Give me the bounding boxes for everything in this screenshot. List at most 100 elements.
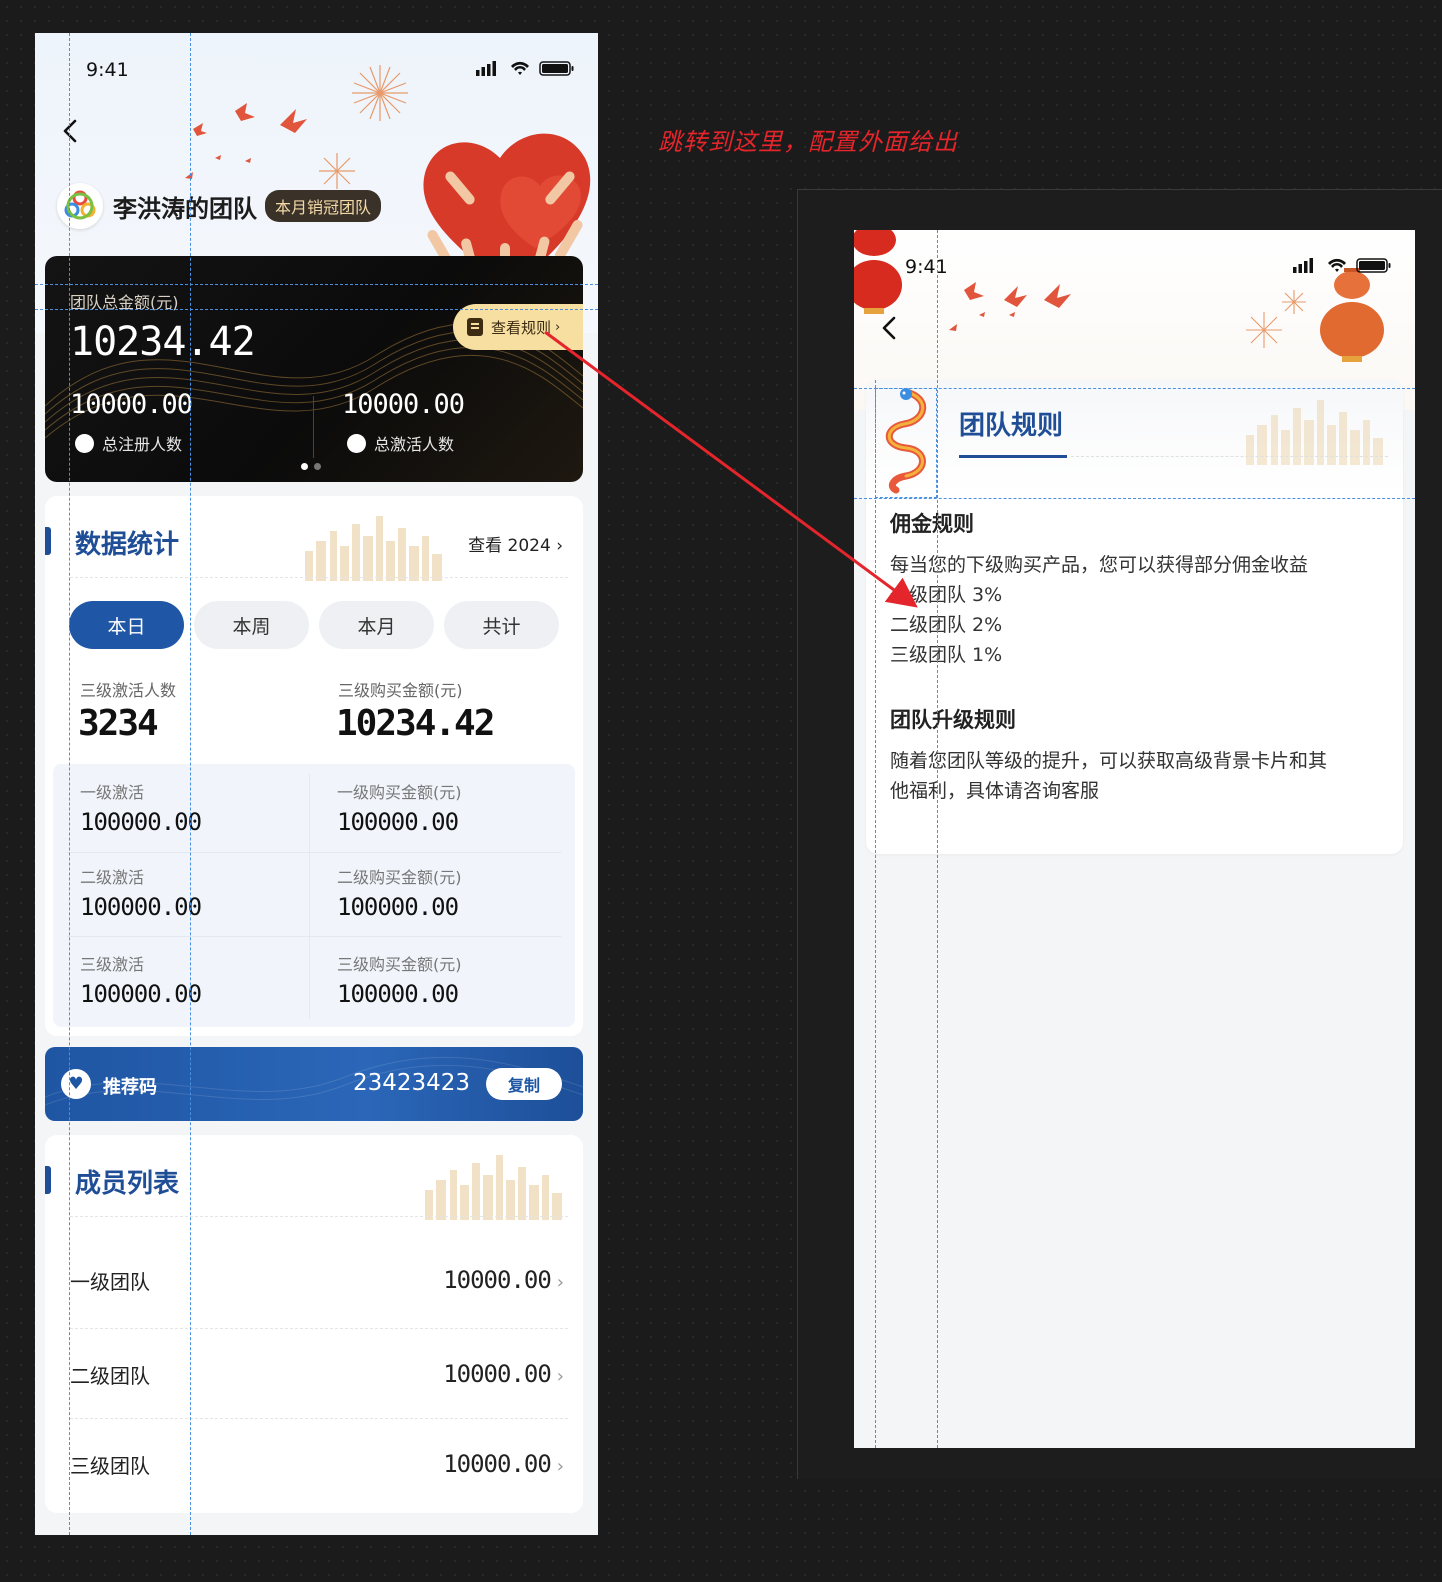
view-year-label: 查看 2024 <box>468 536 551 556</box>
skyline-decoration <box>425 1155 562 1220</box>
team-total-card: 团队总金额(元) 10234.42 查看规则 › 10000.00 总注册人数 … <box>45 256 583 482</box>
document-icon <box>467 318 483 336</box>
commission-heading: 佣金规则 <box>890 512 974 536</box>
level3-purchase-label: 三级购买金额(元) <box>337 955 462 974</box>
member-row-level3[interactable]: 三级团队 10000.00 › <box>70 1419 564 1509</box>
upgrade-body: 随着您团队等级的提升，可以获取高级背景卡片和其 他福利，具体请咨询客服 <box>890 746 1327 806</box>
tab-total[interactable]: 共计 <box>444 601 559 649</box>
heart-icon: ♥ <box>61 1069 91 1099</box>
member-list-card: 成员列表 一级团队 10000.00 › 二级团队 10000.00 › 三级团队 … <box>45 1135 583 1513</box>
referral-code-bar: ♥ 推荐码 23423423 复制 <box>45 1047 583 1121</box>
level3-activation-value: 100000.00 <box>80 980 202 1008</box>
view-year-link[interactable]: 查看 2024 › <box>468 531 563 556</box>
member-row-level1[interactable]: 一级团队 10000.00 › <box>70 1235 564 1325</box>
layout-guide <box>937 230 938 1448</box>
level2-activation-label: 二级激活 <box>80 868 145 887</box>
team-badge: 本月销冠团队 <box>265 190 382 222</box>
back-icon[interactable] <box>876 314 904 342</box>
layout-guide <box>854 498 1415 499</box>
layout-guide <box>69 33 70 1535</box>
team-logo-icon <box>57 183 103 229</box>
rule-line: 三级团队 1% <box>890 644 1003 666</box>
grid-divider <box>67 852 561 853</box>
carousel-dot[interactable] <box>301 463 308 470</box>
divider <box>70 1216 568 1217</box>
kpi-purchase-value: 10234.42 <box>336 703 495 744</box>
tab-today[interactable]: 本日 <box>69 601 184 649</box>
member-row-name: 一级团队 <box>70 1269 150 1294</box>
activated-label: 总激活人数 <box>374 435 455 454</box>
level2-purchase-label: 二级购买金额(元) <box>337 868 462 887</box>
level1-activation-value: 100000.00 <box>80 808 202 836</box>
status-time: 9:41 <box>905 256 948 278</box>
divider <box>1071 456 1388 457</box>
card-divider <box>313 396 314 458</box>
layout-guide <box>854 388 1415 389</box>
layout-guide <box>190 33 191 1535</box>
member-row-name: 二级团队 <box>70 1363 150 1388</box>
activated-value: 10000.00 <box>342 389 465 420</box>
chevron-right-icon: › <box>556 1456 564 1477</box>
kpi-purchase-label: 三级购买金额(元) <box>338 681 463 700</box>
rule-line: 二级团队 2% <box>890 614 1003 636</box>
title-underline <box>959 455 1067 458</box>
member-row-level2[interactable]: 二级团队 10000.00 › <box>70 1329 564 1419</box>
member-row-value: 10000.00 <box>443 1360 552 1388</box>
layout-guide <box>875 380 876 1448</box>
tab-month[interactable]: 本月 <box>319 601 434 649</box>
layout-guide <box>35 284 598 285</box>
layout-guide <box>35 309 598 310</box>
section-accent <box>45 1166 51 1194</box>
level3-purchase-value: 100000.00 <box>337 980 459 1008</box>
referral-label: 推荐码 <box>103 1077 157 1098</box>
chevron-right-icon: › <box>556 1366 564 1387</box>
members-title: 成员列表 <box>75 1169 180 1199</box>
referral-code: 23423423 <box>353 1070 471 1096</box>
period-tabs: 本日 本周 本月 共计 <box>69 601 559 649</box>
carousel-dots[interactable] <box>301 463 321 470</box>
stats-card: 数据统计 查看 2024 › 本日 本周 本月 共计 三级激活人数 3234 三… <box>45 496 583 1036</box>
view-rules-label: 查看规则 <box>491 318 552 337</box>
status-icons <box>476 61 574 76</box>
team-screen: 9:41 李洪涛的团队 本月销冠团队 团队总金额(元) 10234.42 查看规… <box>35 33 598 1535</box>
registered-label: 总注册人数 <box>102 435 183 454</box>
grid-divider <box>67 936 561 937</box>
tab-week[interactable]: 本周 <box>194 601 309 649</box>
back-icon[interactable] <box>57 117 85 145</box>
level-stats-grid: 一级激活 100000.00 一级购买金额(元) 100000.00 二级激活 … <box>53 764 575 1027</box>
user-icon <box>75 433 94 453</box>
upgrade-heading: 团队升级规则 <box>890 708 1016 732</box>
status-bar: 9:41 <box>35 33 598 93</box>
team-name: 李洪涛的团队 <box>113 194 257 223</box>
commission-body: 每当您的下级购买产品，您可以获得部分佣金收益 一级团队 3% 二级团队 2% 三… <box>890 550 1308 670</box>
view-rules-button[interactable]: 查看规则 › <box>453 304 583 350</box>
grid-divider <box>309 774 310 1019</box>
skyline-decoration <box>305 516 442 581</box>
team-header: 李洪涛的团队 本月销冠团队 <box>57 183 382 229</box>
status-time: 9:41 <box>86 59 129 81</box>
kpi-activations-label: 三级激活人数 <box>80 681 177 700</box>
team-rules-screen: 9:41 团队规则 佣金规则 每当您的下级购买产品，您可以获得部分佣金收益 一级… <box>854 230 1415 1448</box>
layout-guide <box>875 388 937 498</box>
registered-value: 10000.00 <box>70 389 193 420</box>
status-icons <box>1293 258 1391 273</box>
member-row-value: 10000.00 <box>443 1266 552 1294</box>
rule-line: 他福利，具体请咨询客服 <box>890 780 1100 802</box>
level1-purchase-label: 一级购买金额(元) <box>337 783 462 802</box>
kpi-activations-value: 3234 <box>78 703 159 744</box>
carousel-dot[interactable] <box>314 463 321 470</box>
rules-title: 团队规则 <box>959 411 1064 441</box>
registered-stat: 总注册人数 <box>75 431 182 455</box>
divider <box>70 577 568 578</box>
chevron-right-icon: › <box>556 1272 564 1293</box>
level2-activation-value: 100000.00 <box>80 893 202 921</box>
member-row-value: 10000.00 <box>443 1450 552 1478</box>
chevron-right-icon: › <box>555 319 561 335</box>
rule-line: 随着您团队等级的提升，可以获取高级背景卡片和其 <box>890 750 1328 772</box>
total-amount-value: 10234.42 <box>70 319 256 365</box>
rules-card: 团队规则 佣金规则 每当您的下级购买产品，您可以获得部分佣金收益 一级团队 3%… <box>866 380 1403 854</box>
chevron-right-icon: › <box>556 536 563 556</box>
users-icon <box>347 433 366 453</box>
level1-activation-label: 一级激活 <box>80 783 145 802</box>
copy-button[interactable]: 复制 <box>486 1068 562 1100</box>
